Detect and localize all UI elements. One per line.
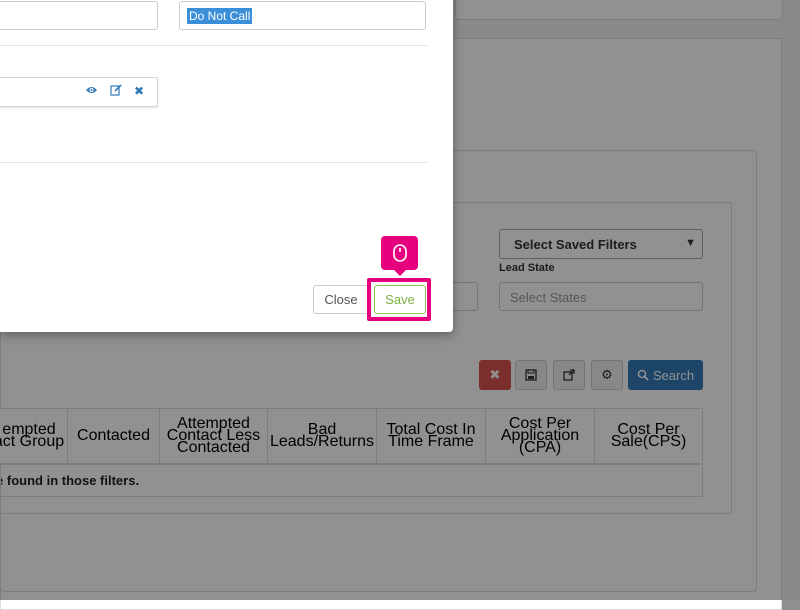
divider bbox=[0, 45, 427, 46]
selected-text: Do Not Call bbox=[187, 8, 253, 24]
click-highlight bbox=[367, 278, 431, 321]
text-field[interactable] bbox=[0, 1, 158, 30]
list-item: ✖ bbox=[0, 77, 158, 107]
eye-icon[interactable] bbox=[85, 84, 98, 99]
close-button[interactable]: Close bbox=[313, 285, 369, 314]
click-indicator bbox=[381, 236, 418, 276]
status-field[interactable]: Do Not Call bbox=[179, 1, 426, 30]
mouse-icon bbox=[392, 244, 407, 262]
divider bbox=[0, 162, 427, 163]
close-icon[interactable]: ✖ bbox=[134, 84, 144, 98]
edit-icon[interactable] bbox=[110, 84, 122, 99]
